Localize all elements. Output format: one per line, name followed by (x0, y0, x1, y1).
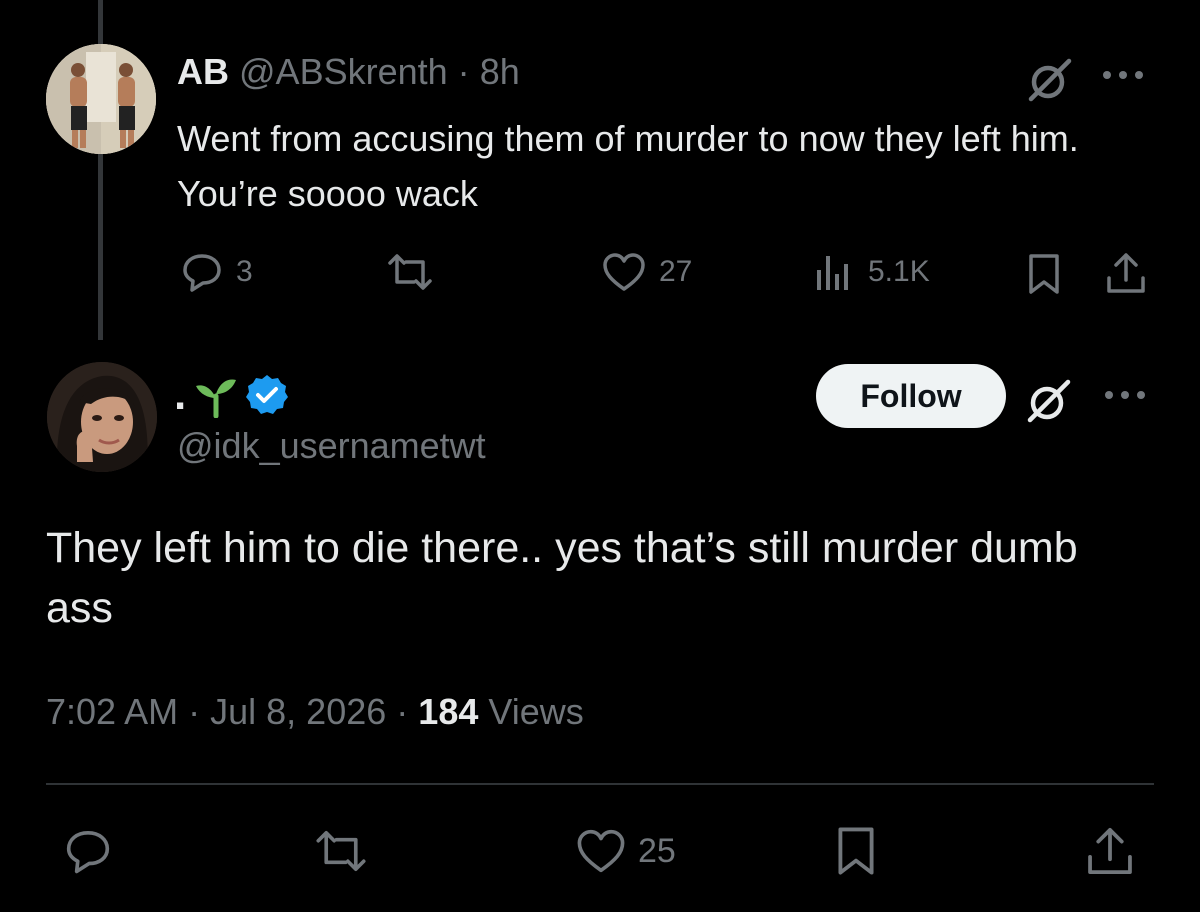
handle[interactable]: @idk_usernametwt (177, 426, 486, 466)
avatar-photo (46, 44, 156, 154)
main-tweet-name-row[interactable]: . (174, 360, 290, 430)
display-name[interactable]: AB (177, 51, 229, 92)
reply-icon[interactable] (62, 826, 114, 876)
separator-dot: · (188, 691, 201, 732)
views-count: 184 (418, 691, 479, 732)
views-icon (817, 256, 848, 290)
repost-icon[interactable] (313, 826, 369, 876)
grok-icon[interactable] (1024, 376, 1074, 426)
verified-badge-icon[interactable] (244, 372, 290, 418)
separator-dot: · (457, 51, 470, 92)
follow-button[interactable]: Follow (816, 364, 1006, 428)
separator-dot: · (396, 691, 409, 732)
avatar-photo (47, 362, 157, 472)
reply-tweet-text: Went from accusing them of murder to now… (177, 118, 1079, 214)
like-count: 25 (638, 831, 676, 870)
timestamp-date[interactable]: Jul 8, 2026 (210, 691, 386, 732)
heart-icon (577, 829, 625, 873)
more-options-icon[interactable] (1098, 60, 1148, 90)
more-options-icon[interactable] (1100, 380, 1150, 410)
reply-tweet-header: AB @ABSkrenth · 8h (177, 52, 520, 92)
time-ago[interactable]: 8h (480, 51, 520, 92)
share-icon[interactable] (1104, 250, 1148, 296)
handle[interactable]: @ABSkrenth (239, 51, 448, 92)
divider (46, 783, 1154, 785)
display-name: . (174, 370, 187, 419)
views-count: 5.1K (868, 255, 930, 288)
main-tweet-text: They left him to die there.. yes that’s … (46, 524, 1078, 632)
tweet-timestamp-row: 7:02 AM · Jul 8, 2026 · 184 Views (46, 692, 584, 732)
like-button[interactable]: 25 (574, 826, 676, 876)
bookmark-icon[interactable] (1024, 252, 1064, 296)
reply-icon (183, 254, 221, 292)
heart-icon (603, 253, 645, 291)
views-button[interactable]: 5.1K (812, 250, 930, 294)
like-button[interactable]: 27 (601, 250, 692, 294)
repost-button[interactable] (386, 250, 446, 294)
avatar[interactable] (47, 362, 157, 472)
avatar[interactable] (46, 44, 156, 154)
like-count: 27 (659, 255, 693, 288)
bookmark-icon[interactable] (832, 824, 880, 878)
views-label: Views (488, 691, 584, 732)
repost-icon (388, 254, 432, 290)
reply-button[interactable]: 3 (180, 250, 253, 294)
grok-icon[interactable] (1025, 55, 1075, 105)
seedling-icon (196, 379, 237, 418)
reply-count: 3 (236, 255, 253, 288)
share-icon[interactable] (1084, 824, 1136, 878)
timestamp-time[interactable]: 7:02 AM (46, 691, 178, 732)
